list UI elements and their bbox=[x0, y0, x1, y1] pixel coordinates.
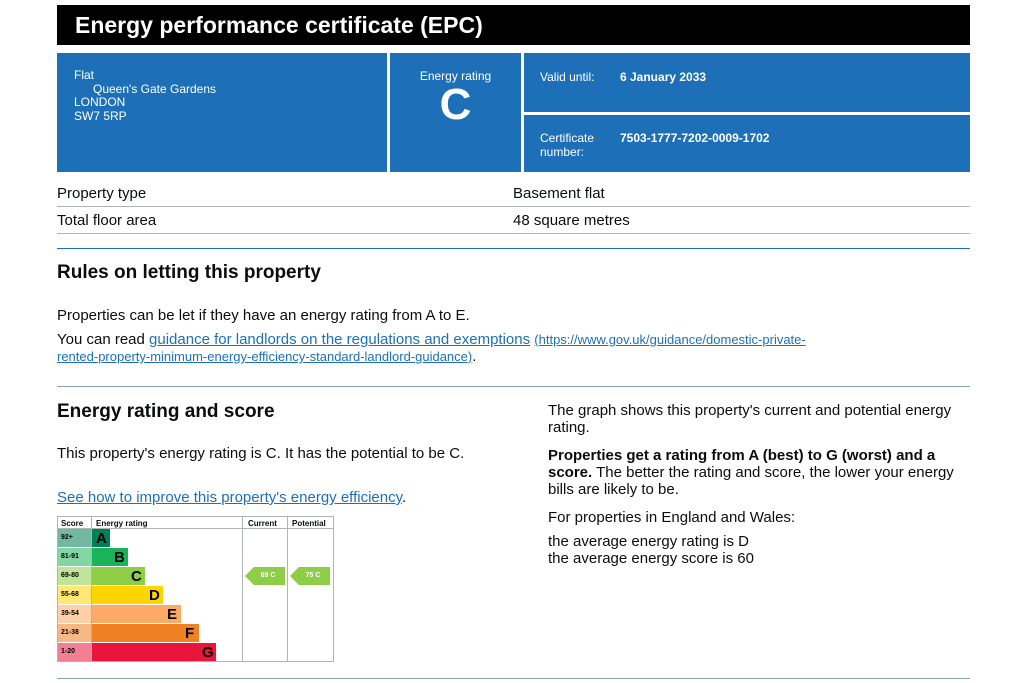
rating-band-d: 55-68 D bbox=[58, 586, 242, 604]
validity-panel: Valid until: 6 January 2033 bbox=[524, 53, 970, 112]
divider bbox=[57, 386, 970, 387]
floor-area-label: Total floor area bbox=[57, 212, 157, 229]
rating-score-heading: Energy rating and score bbox=[57, 401, 275, 422]
letting-heading: Rules on letting this property bbox=[57, 262, 321, 283]
rating-band-c: 69-80 C bbox=[58, 567, 242, 585]
page-title: Energy performance certificate (EPC) bbox=[57, 5, 970, 45]
rating-explanation: Properties get a rating from A (best) to… bbox=[548, 447, 970, 498]
band-score-range: 81-91 bbox=[61, 553, 79, 560]
divider bbox=[57, 678, 970, 679]
energy-rating-chart: Score Energy rating Current Potential 92… bbox=[57, 516, 334, 662]
energy-rating-header: Energy rating bbox=[96, 519, 148, 528]
rating-band-e: 39-54 E bbox=[58, 605, 242, 623]
band-bar bbox=[92, 643, 216, 661]
rating-band-a: 92+ A bbox=[58, 529, 242, 547]
potential-rating-arrow: 75 C bbox=[290, 567, 330, 585]
address-line-4: SW7 5RP bbox=[74, 108, 127, 123]
current-rating-arrow: 69 C bbox=[245, 567, 285, 585]
read-prefix: You can read bbox=[57, 331, 150, 348]
average-score: the average energy score is 60 bbox=[548, 550, 754, 567]
rating-band-g: 1-20 G bbox=[58, 643, 242, 661]
landlord-guidance-url[interactable]: (https://www.gov.uk/guidance/domestic-pr… bbox=[534, 332, 805, 347]
band-score-range: 1-20 bbox=[61, 648, 76, 655]
england-wales-label: For properties in England and Wales: bbox=[548, 509, 796, 526]
rating-score-text: This property's energy rating is C. It h… bbox=[57, 445, 465, 462]
address-line-1: Flat bbox=[74, 68, 95, 82]
energy-rating-panel: Energy rating C bbox=[390, 53, 521, 172]
guidance-suffix: . bbox=[472, 348, 477, 365]
rating-band-b: 81-91 B bbox=[58, 548, 242, 566]
energy-rating-value: C bbox=[439, 80, 472, 129]
landlord-guidance-link[interactable]: guidance for landlords on the regulation… bbox=[149, 331, 530, 348]
current-header: Current bbox=[248, 519, 277, 528]
valid-until-value: 6 January 2033 bbox=[620, 70, 707, 84]
floor-area-value: 48 square metres bbox=[513, 212, 630, 229]
rating-explanation-rest: The better the rating and score, the low… bbox=[548, 464, 954, 498]
certificate-number-label: Certificate number: bbox=[540, 131, 595, 159]
band-letter: E bbox=[167, 606, 178, 623]
certificate-panel: Certificate number: 7503-1777-7202-0009-… bbox=[524, 115, 970, 172]
score-header: Score bbox=[61, 519, 84, 528]
band-letter: D bbox=[149, 587, 160, 604]
band-letter: G bbox=[202, 644, 214, 661]
landlord-guidance-url-cont[interactable]: rented-property-minimum-energy-efficienc… bbox=[57, 349, 472, 364]
property-type-row: Property type Basement flat bbox=[57, 180, 970, 207]
property-type-label: Property type bbox=[57, 185, 147, 202]
divider bbox=[57, 248, 970, 249]
average-rating: the average energy rating is D bbox=[548, 533, 749, 550]
band-letter: B bbox=[114, 549, 125, 566]
band-score-range: 92+ bbox=[61, 534, 73, 541]
rating-band-f: 21-38 F bbox=[58, 624, 242, 642]
address-line-2: Queen's Gate Gardens bbox=[93, 81, 217, 96]
improve-efficiency-link[interactable]: See how to improve this property's energ… bbox=[57, 489, 402, 506]
band-score-range: 55-68 bbox=[61, 591, 79, 598]
potential-header: Potential bbox=[292, 519, 326, 528]
chart-column-rule bbox=[287, 517, 288, 661]
improve-suffix: . bbox=[401, 489, 407, 506]
graph-description: The graph shows this property's current … bbox=[548, 402, 952, 436]
certificate-number-value: 7503-1777-7202-0009-1702 bbox=[620, 131, 770, 145]
address-panel: Flat Queen's Gate Gardens LONDON SW7 5RP bbox=[57, 53, 387, 172]
floor-area-row: Total floor area 48 square metres bbox=[57, 207, 970, 234]
band-letter: C bbox=[131, 568, 142, 585]
letting-guidance: You can read guidance for landlords on t… bbox=[57, 331, 957, 365]
property-type-value: Basement flat bbox=[513, 185, 605, 202]
band-score-range: 21-38 bbox=[61, 629, 79, 636]
band-letter: A bbox=[96, 530, 107, 547]
band-score-range: 69-80 bbox=[61, 572, 79, 579]
chart-column-rule bbox=[242, 517, 243, 661]
improve-efficiency: See how to improve this property's energ… bbox=[57, 489, 406, 506]
band-letter: F bbox=[185, 625, 195, 642]
valid-until-label: Valid until: bbox=[540, 70, 595, 84]
address-line-3: LONDON bbox=[74, 95, 126, 109]
letting-text: Properties can be let if they have an en… bbox=[57, 307, 470, 324]
band-bar bbox=[92, 624, 199, 642]
band-score-range: 39-54 bbox=[61, 610, 79, 617]
